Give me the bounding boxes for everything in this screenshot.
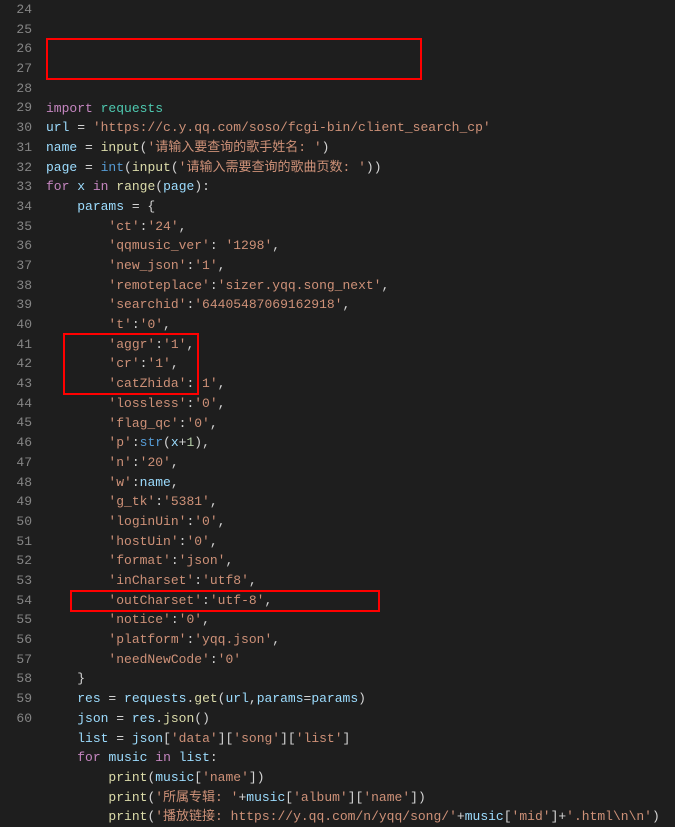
code-line[interactable]: 'aggr':'1', xyxy=(46,335,675,355)
code-line[interactable]: res = requests.get(url,params=params) xyxy=(46,689,675,709)
line-number: 53 xyxy=(0,571,32,591)
line-number-gutter: 2425262728293031323334353637383940414243… xyxy=(0,0,46,729)
line-number: 25 xyxy=(0,20,32,40)
code-line[interactable]: name = input('请输入要查询的歌手姓名: ') xyxy=(46,138,675,158)
code-line[interactable]: 'platform':'yqq.json', xyxy=(46,630,675,650)
line-number: 47 xyxy=(0,453,32,473)
line-number: 38 xyxy=(0,276,32,296)
code-line[interactable]: 'flag_qc':'0', xyxy=(46,414,675,434)
line-number: 39 xyxy=(0,295,32,315)
code-line[interactable]: 'cr':'1', xyxy=(46,354,675,374)
line-number: 29 xyxy=(0,98,32,118)
code-line[interactable]: 'hostUin':'0', xyxy=(46,532,675,552)
code-line[interactable]: 'ct':'24', xyxy=(46,217,675,237)
line-number: 28 xyxy=(0,79,32,99)
code-line[interactable]: 'w':name, xyxy=(46,473,675,493)
code-line[interactable]: params = { xyxy=(46,197,675,217)
code-line[interactable]: list = json['data']['song']['list'] xyxy=(46,729,675,749)
code-line[interactable]: 'n':'20', xyxy=(46,453,675,473)
code-line[interactable]: 'g_tk':'5381', xyxy=(46,492,675,512)
code-line[interactable]: 'loginUin':'0', xyxy=(46,512,675,532)
line-number: 24 xyxy=(0,0,32,20)
code-line[interactable]: 'format':'json', xyxy=(46,551,675,571)
line-number: 60 xyxy=(0,709,32,729)
line-number: 57 xyxy=(0,650,32,670)
code-line[interactable]: 'lossless':'0', xyxy=(46,394,675,414)
line-number: 52 xyxy=(0,551,32,571)
code-line[interactable]: for music in list: xyxy=(46,748,675,768)
line-number: 32 xyxy=(0,158,32,178)
line-number: 35 xyxy=(0,217,32,237)
line-number: 34 xyxy=(0,197,32,217)
line-number: 44 xyxy=(0,394,32,414)
code-line[interactable]: 'outCharset':'utf-8', xyxy=(46,591,675,611)
line-number: 37 xyxy=(0,256,32,276)
code-line[interactable]: 'remoteplace':'sizer.yqq.song_next', xyxy=(46,276,675,296)
code-line[interactable]: 'inCharset':'utf8', xyxy=(46,571,675,591)
line-number: 54 xyxy=(0,591,32,611)
line-number: 42 xyxy=(0,354,32,374)
code-line[interactable]: 'new_json':'1', xyxy=(46,256,675,276)
line-number: 59 xyxy=(0,689,32,709)
code-line[interactable]: 'qqmusic_ver': '1298', xyxy=(46,236,675,256)
line-number: 36 xyxy=(0,236,32,256)
line-number: 46 xyxy=(0,433,32,453)
line-number: 33 xyxy=(0,177,32,197)
line-number: 31 xyxy=(0,138,32,158)
code-line[interactable]: 'p':str(x+1), xyxy=(46,433,675,453)
line-number: 40 xyxy=(0,315,32,335)
code-line[interactable]: for x in range(page): xyxy=(46,177,675,197)
line-number: 45 xyxy=(0,413,32,433)
line-number: 51 xyxy=(0,532,32,552)
code-line[interactable]: import requests xyxy=(46,99,675,119)
code-line[interactable]: 'notice':'0', xyxy=(46,610,675,630)
code-line[interactable]: 't':'0', xyxy=(46,315,675,335)
line-number: 55 xyxy=(0,610,32,630)
code-line[interactable]: 'needNewCode':'0' xyxy=(46,650,675,670)
line-number: 48 xyxy=(0,473,32,493)
code-line[interactable]: print('播放链接: https://y.qq.com/n/yqq/song… xyxy=(46,807,675,827)
line-number: 41 xyxy=(0,335,32,355)
code-line[interactable]: 'searchid':'64405487069162918', xyxy=(46,295,675,315)
code-line[interactable]: 'catZhida':'1', xyxy=(46,374,675,394)
code-line[interactable]: print('所属专辑: '+music['album']['name']) xyxy=(46,788,675,808)
line-number: 56 xyxy=(0,630,32,650)
code-area[interactable]: import requestsurl = 'https://c.y.qq.com… xyxy=(46,0,675,729)
line-number: 26 xyxy=(0,39,32,59)
line-number: 50 xyxy=(0,512,32,532)
code-line[interactable]: page = int(input('请输入需要查询的歌曲页数: ')) xyxy=(46,158,675,178)
line-number: 43 xyxy=(0,374,32,394)
highlight-box-input xyxy=(46,38,422,80)
code-line[interactable]: url = 'https://c.y.qq.com/soso/fcgi-bin/… xyxy=(46,118,675,138)
line-number: 49 xyxy=(0,492,32,512)
code-line[interactable]: } xyxy=(46,669,675,689)
line-number: 30 xyxy=(0,118,32,138)
code-line[interactable]: print(music['name']) xyxy=(46,768,675,788)
code-line[interactable]: json = res.json() xyxy=(46,709,675,729)
line-number: 27 xyxy=(0,59,32,79)
line-number: 58 xyxy=(0,669,32,689)
code-editor[interactable]: 2425262728293031323334353637383940414243… xyxy=(0,0,675,729)
